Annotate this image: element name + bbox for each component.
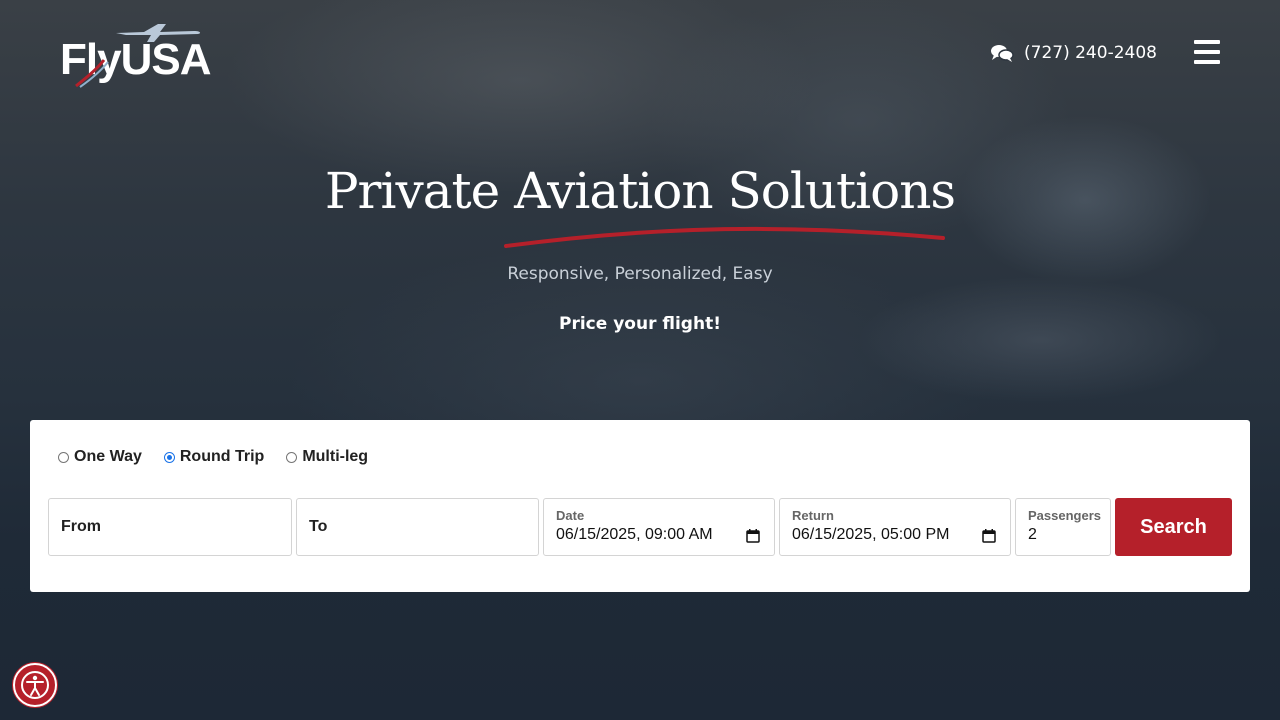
menu-bar [1194, 60, 1220, 64]
passengers-field[interactable]: Passengers 2 [1015, 498, 1111, 556]
menu-bar [1194, 40, 1220, 44]
date-value: 06/15/2025, 09:00 AM [556, 526, 713, 543]
menu-bar [1194, 50, 1220, 54]
site-header: FlyUSA (727) 240-2408 [0, 0, 1280, 110]
hamburger-menu-icon[interactable] [1192, 38, 1222, 66]
from-placeholder: From [61, 518, 101, 535]
passengers-label: Passengers [1028, 508, 1101, 523]
to-placeholder: To [309, 518, 328, 535]
trip-type-label: Round Trip [179, 448, 265, 465]
search-button[interactable]: Search [1115, 498, 1232, 556]
calendar-icon[interactable] [982, 529, 996, 543]
trip-type-multi-leg[interactable]: Multi-leg [286, 448, 368, 466]
trip-type-round-trip[interactable]: Round Trip [163, 448, 265, 466]
flight-search-form: One Way Round Trip Multi-leg From To Dat… [30, 420, 1250, 592]
from-field[interactable]: From [48, 498, 292, 556]
radio-round-trip[interactable] [163, 451, 175, 463]
passengers-value: 2 [1028, 526, 1037, 543]
to-field[interactable]: To [296, 498, 539, 556]
trip-type-label: One Way [74, 448, 142, 465]
return-field[interactable]: Return 06/15/2025, 05:00 PM [779, 498, 1011, 556]
title-underline [504, 226, 945, 248]
trip-type-one-way[interactable]: One Way [58, 448, 142, 466]
hero-subtitle: Responsive, Personalized, Easy [507, 264, 773, 284]
price-flight-heading: Price your flight! [559, 314, 721, 334]
logo[interactable]: FlyUSA [60, 20, 211, 88]
date-label: Date [556, 508, 585, 523]
return-value: 06/15/2025, 05:00 PM [792, 526, 950, 543]
radio-multi-leg[interactable] [286, 451, 298, 463]
date-field[interactable]: Date 06/15/2025, 09:00 AM [543, 498, 775, 556]
trip-type-group: One Way Round Trip Multi-leg [58, 448, 390, 466]
accessibility-button[interactable] [13, 663, 57, 707]
return-label: Return [792, 508, 834, 523]
chat-bubbles-icon [991, 45, 1014, 62]
calendar-icon[interactable] [746, 529, 760, 543]
phone-link[interactable]: (727) 240-2408 [990, 41, 1157, 65]
logo-swoosh [75, 59, 109, 88]
phone-number: (727) 240-2408 [1024, 43, 1157, 63]
hero-title: Private Aviation Solutions [324, 162, 956, 220]
accessibility-icon [21, 671, 49, 699]
trip-type-label: Multi-leg [302, 448, 369, 465]
radio-one-way[interactable] [58, 451, 69, 463]
